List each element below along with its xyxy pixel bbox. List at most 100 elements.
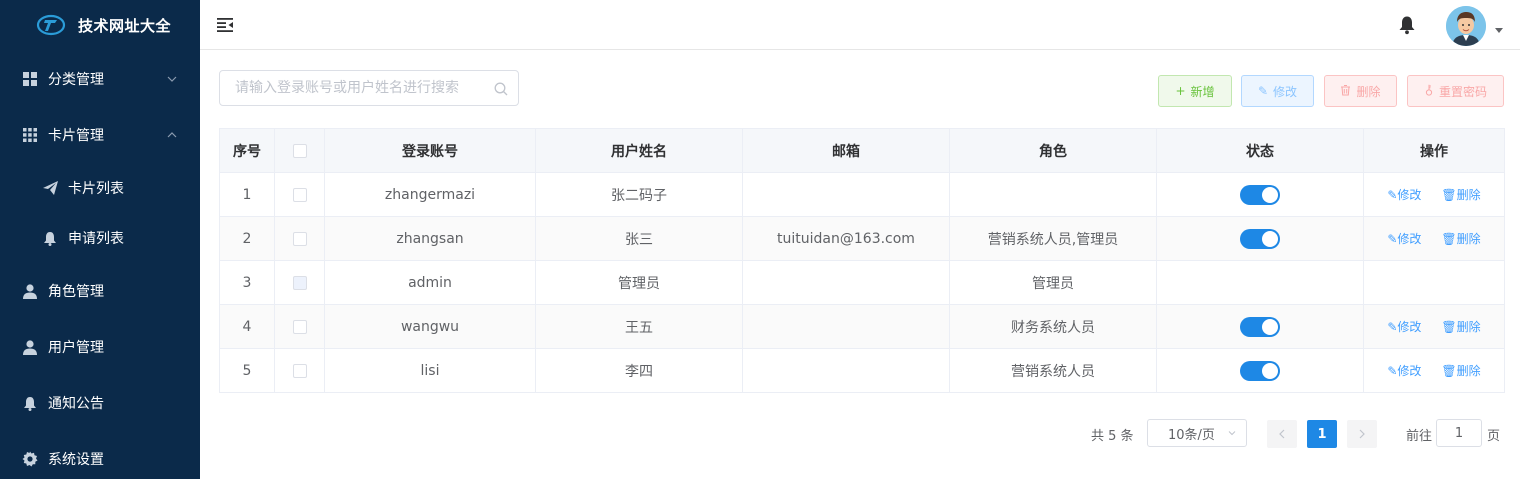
gear-icon: [22, 451, 38, 467]
sidebar-item-card[interactable]: 卡片管理: [0, 107, 200, 163]
chevron-down-icon: [1228, 431, 1236, 436]
logo[interactable]: 技术网址大全: [0, 0, 200, 50]
cell-select: [274, 304, 325, 349]
row-edit-link[interactable]: ✎修改: [1387, 320, 1421, 334]
edit-button[interactable]: ✎ 修改: [1241, 75, 1314, 107]
row-delete-link[interactable]: 🗑删除: [1441, 188, 1480, 202]
notification-bell-icon[interactable]: [1398, 15, 1416, 35]
page-suffix-label: 页: [1487, 429, 1501, 444]
sidebar-item-apply-list[interactable]: 申请列表: [0, 210, 200, 266]
cell-name: 王五: [535, 304, 743, 349]
table-header-row: 序号 登录账号 用户姓名 邮箱 角色 状态 操作: [219, 128, 1505, 173]
row-edit-link[interactable]: ✎修改: [1387, 364, 1421, 378]
sidebar-item-label: 卡片管理: [48, 128, 104, 144]
search-icon[interactable]: [494, 82, 508, 96]
cell-account: lisi: [324, 348, 536, 393]
row-checkbox[interactable]: [292, 231, 307, 246]
page-size-select[interactable]: 10条/页: [1147, 419, 1247, 447]
row-delete-link[interactable]: 🗑删除: [1441, 232, 1480, 246]
pagination-total: 共 5 条: [1091, 429, 1134, 444]
table-row: 1 zhangermazi 张二码子 ✎修改 🗑删除: [219, 172, 1505, 217]
search-box: [219, 70, 519, 106]
row-checkbox[interactable]: [292, 363, 307, 378]
row-delete-label: 删除: [1456, 320, 1481, 334]
header-name: 用户姓名: [535, 128, 743, 173]
cell-select: [274, 172, 325, 217]
grid-icon: [22, 71, 38, 87]
sidebar-item-category[interactable]: 分类管理: [0, 51, 200, 107]
edit-icon: ✎: [1387, 320, 1398, 334]
row-edit-label: 修改: [1397, 364, 1422, 378]
sidebar-item-label: 卡片列表: [68, 181, 124, 197]
next-page-button[interactable]: [1347, 420, 1377, 448]
delete-button-label: 删除: [1356, 84, 1381, 99]
sidebar-item-settings[interactable]: 系统设置: [0, 431, 200, 479]
cell-role: 管理员: [949, 260, 1157, 305]
bell-icon: [42, 230, 58, 246]
delete-button[interactable]: 删除: [1324, 75, 1397, 107]
cell-index: 3: [219, 260, 275, 305]
sidebar-item-label: 用户管理: [48, 340, 104, 356]
cell-actions: ✎修改 🗑删除: [1363, 216, 1505, 261]
goto-label: 前往: [1406, 429, 1433, 444]
cell-role: 财务系统人员: [949, 304, 1157, 349]
reset-password-button[interactable]: 重置密码: [1407, 75, 1504, 107]
edit-icon: ✎: [1257, 84, 1269, 98]
cell-index: 4: [219, 304, 275, 349]
cell-email: tuituidan@163.com: [742, 216, 950, 261]
cell-email: [742, 260, 950, 305]
table-row: 2 zhangsan 张三 tuituidan@163.com 营销系统人员,管…: [219, 216, 1505, 261]
row-checkbox[interactable]: [292, 319, 307, 334]
trash-icon: 🗑: [1441, 364, 1457, 378]
cell-status: [1156, 304, 1364, 349]
cell-select: [274, 260, 325, 305]
cell-index: 1: [219, 172, 275, 217]
cell-account: admin: [324, 260, 536, 305]
row-delete-link[interactable]: 🗑删除: [1441, 364, 1480, 378]
select-all-checkbox[interactable]: [292, 143, 307, 158]
search-input[interactable]: [220, 71, 518, 105]
cell-email: [742, 348, 950, 393]
header-role: 角色: [949, 128, 1157, 173]
trash-icon: 🗑: [1441, 320, 1457, 334]
cell-email: [742, 172, 950, 217]
add-button[interactable]: + 新增: [1158, 75, 1232, 107]
prev-page-button[interactable]: [1267, 420, 1297, 448]
cell-select: [274, 216, 325, 261]
cell-status: [1156, 172, 1364, 217]
sidebar-item-label: 通知公告: [48, 396, 104, 412]
row-edit-label: 修改: [1397, 232, 1422, 246]
cell-name: 管理员: [535, 260, 743, 305]
row-edit-link[interactable]: ✎修改: [1387, 232, 1421, 246]
page-number-current[interactable]: 1: [1307, 420, 1337, 448]
menu-fold-icon[interactable]: [216, 16, 234, 34]
cell-account: zhangermazi: [324, 172, 536, 217]
user-table: 序号 登录账号 用户姓名 邮箱 角色 状态 操作 1 zhangermazi 张…: [219, 128, 1505, 393]
plus-icon: +: [1175, 84, 1186, 98]
status-switch[interactable]: [1240, 228, 1280, 249]
user-icon: [22, 283, 38, 299]
row-delete-label: 删除: [1456, 364, 1481, 378]
sidebar-item-role[interactable]: 角色管理: [0, 263, 200, 319]
trash-icon: 🗑: [1441, 232, 1457, 246]
goto-page-input[interactable]: [1436, 419, 1482, 447]
caret-down-icon[interactable]: [1495, 28, 1503, 33]
header-actions: 操作: [1363, 128, 1505, 173]
reset-password-button-label: 重置密码: [1438, 84, 1487, 99]
cell-actions: ✎修改 🗑删除: [1363, 172, 1505, 217]
sidebar-item-card-list[interactable]: 卡片列表: [0, 160, 200, 216]
sidebar-item-notice[interactable]: 通知公告: [0, 375, 200, 431]
cell-select: [274, 348, 325, 393]
trash-icon: [1340, 84, 1351, 99]
sidebar-item-user[interactable]: 用户管理: [0, 319, 200, 375]
row-delete-link[interactable]: 🗑删除: [1441, 320, 1480, 334]
status-switch[interactable]: [1240, 316, 1280, 337]
row-checkbox[interactable]: [292, 187, 307, 202]
status-switch[interactable]: [1240, 184, 1280, 205]
table-row: 3 admin 管理员 管理员: [219, 260, 1505, 305]
row-edit-link[interactable]: ✎修改: [1387, 188, 1421, 202]
status-switch[interactable]: [1240, 360, 1280, 381]
avatar-image: [1446, 6, 1486, 46]
cell-actions: ✎修改 🗑删除: [1363, 304, 1505, 349]
avatar[interactable]: [1446, 6, 1486, 46]
